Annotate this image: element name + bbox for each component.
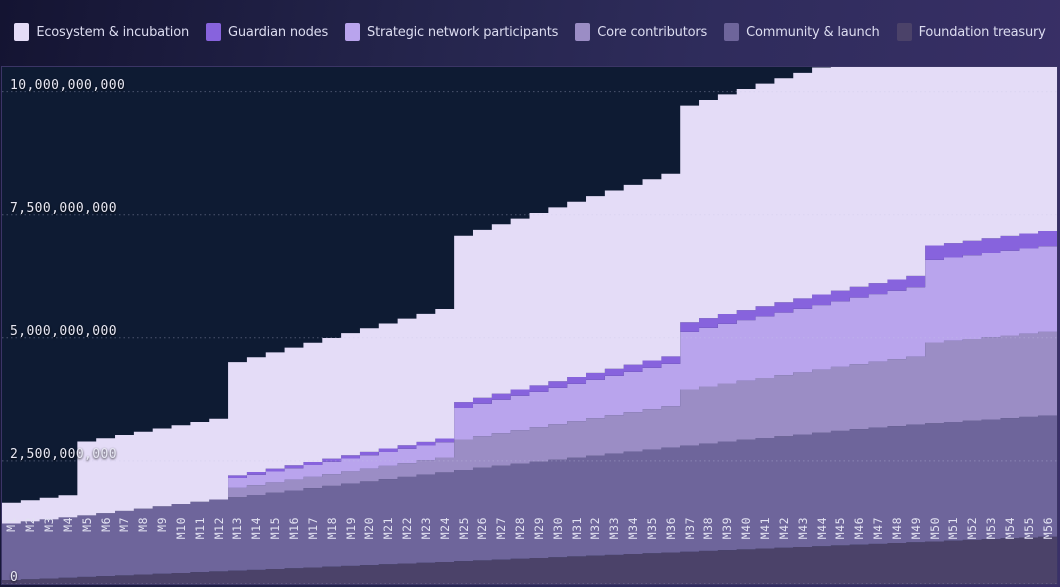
chart-legend: Ecosystem & incubation Guardian nodes Stra… (0, 0, 1060, 64)
x-axis-tick-label: M54 (1002, 517, 1017, 540)
x-axis-tick-label: M21 (381, 517, 396, 540)
x-axis-tick-label: M51 (946, 517, 961, 540)
x-axis-tick-label: M6 (98, 517, 113, 532)
legend-swatch (896, 23, 912, 41)
legend-item[interactable]: Foundation treasury (896, 23, 1046, 41)
x-axis-tick-label: M17 (305, 517, 320, 540)
x-axis-tick-label: M4 (60, 517, 75, 532)
legend-swatch (345, 23, 361, 41)
x-axis-tick-label: M44 (814, 517, 829, 540)
legend-swatch (206, 23, 222, 41)
legend-item-label: Core contributors (597, 24, 708, 40)
x-axis-tick-label: M40 (739, 517, 754, 540)
x-axis-tick-label: M7 (117, 517, 132, 532)
x-axis-tick-label: M20 (362, 517, 377, 540)
x-axis-tick-label: M24 (437, 517, 452, 540)
x-axis-tick-label: M33 (607, 517, 622, 540)
x-axis-tick-label: M18 (324, 517, 339, 540)
legend-swatch (724, 23, 740, 41)
x-axis-tick-label: M13 (230, 517, 245, 540)
x-axis-tick-label: M36 (663, 517, 678, 540)
legend-item-label: Strategic network participants (367, 24, 559, 40)
x-axis-tick-label: M30 (550, 517, 565, 540)
x-axis-tick-label: M32 (588, 517, 603, 540)
legend-swatch (14, 23, 30, 41)
x-axis-tick-label: M14 (249, 517, 264, 540)
legend-item[interactable]: Guardian nodes (206, 23, 328, 41)
x-axis-tick-label: M47 (871, 517, 886, 540)
x-axis-tick-label: M16 (287, 517, 301, 540)
x-axis: M1 M2 M3 M4 M5 M6 M7 M8 M9 M10 M11 M12 M13 M14 M15 M16 M… (1, 515, 1058, 587)
x-axis-tick-label: M43 (795, 517, 810, 540)
x-axis-tick-label: M3 (42, 517, 57, 532)
x-axis-tick-label: M2 (23, 517, 38, 532)
tokenomics-vesting-chart-page: Ecosystem & incubation Guardian nodes Stra… (0, 0, 1060, 587)
x-axis-tick-label: M38 (701, 517, 716, 540)
x-axis-tick-label: M39 (720, 517, 735, 540)
x-axis-tick-label: M48 (889, 517, 904, 540)
x-axis-tick-label: M8 (136, 517, 151, 532)
legend-swatch (575, 23, 591, 41)
x-axis-tick-label: M22 (400, 517, 415, 540)
x-axis-tick-label: M35 (644, 517, 659, 540)
x-axis-tick-label: M46 (852, 517, 867, 540)
x-axis-tick-label: M42 (776, 517, 791, 540)
legend-item[interactable]: Core contributors (575, 23, 707, 41)
legend-item-label: Guardian nodes (228, 24, 329, 40)
x-axis-tick-label: M11 (192, 517, 207, 540)
x-axis-tick-label: M41 (757, 517, 772, 540)
x-axis-tick-label: M34 (626, 517, 641, 540)
legend-item[interactable]: Community & launch (724, 23, 880, 41)
x-axis-tick-label: M56 (1040, 517, 1055, 540)
stacked-area-plot (2, 67, 1057, 584)
x-axis-tick-label: M28 (513, 517, 528, 540)
legend-item-label: Foundation treasury (918, 24, 1046, 40)
x-axis-tick-label: M19 (343, 517, 358, 540)
x-axis-tick-label: M26 (475, 517, 490, 540)
x-axis-tick-label: M50 (927, 517, 942, 540)
x-axis-tick-label: M5 (79, 517, 94, 532)
x-axis-tick-label: M29 (531, 517, 546, 540)
x-axis-tick-label: M12 (211, 517, 226, 540)
legend-item[interactable]: Strategic network participants (345, 23, 558, 41)
x-axis-tick-label: M31 (569, 517, 584, 540)
x-axis-tick-label: M55 (1021, 517, 1036, 540)
x-axis-tick-label: M10 (173, 517, 188, 540)
x-axis-tick-label: M37 (682, 517, 697, 540)
x-axis-tick-label: M1 (4, 517, 19, 532)
legend-item[interactable]: Ecosystem & incubation (14, 23, 189, 41)
x-axis-tick-label: M52 (965, 517, 980, 540)
x-axis-tick-label: M45 (833, 517, 848, 540)
x-axis-tick-label: M15 (268, 517, 283, 540)
x-axis-tick-label: M49 (908, 517, 923, 540)
x-axis-tick-label: M53 (984, 517, 999, 540)
x-axis-tick-label: M25 (456, 517, 471, 540)
x-axis-tick-label: M9 (155, 517, 170, 532)
x-axis-tick-label: M27 (494, 517, 509, 540)
chart-plot-area: 0 2,500,000,000 5,000,000,000 7,500,000,000… (1, 66, 1058, 585)
x-axis-tick-label: M23 (418, 517, 433, 540)
legend-item-label: Community & launch (746, 24, 880, 40)
legend-item-label: Ecosystem & incubation (36, 24, 190, 40)
